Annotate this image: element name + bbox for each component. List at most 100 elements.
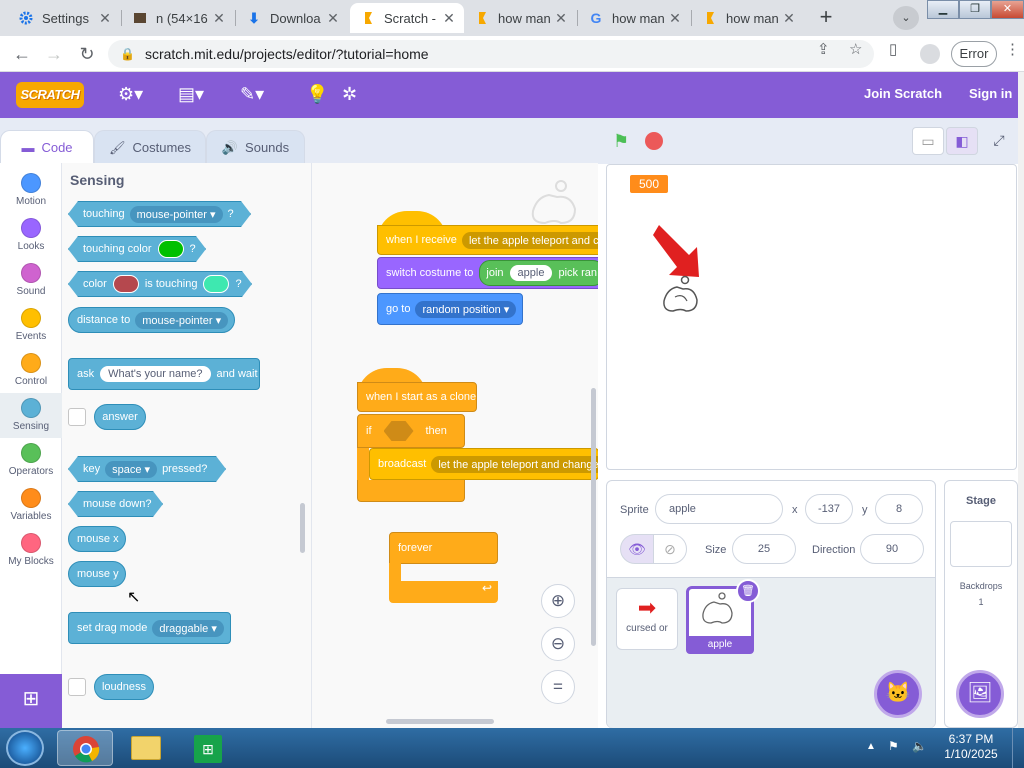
block-join[interactable]: join apple pick ran	[479, 260, 598, 286]
variable-monitor[interactable]: 500	[629, 174, 670, 194]
sign-in-link[interactable]: Sign in	[969, 86, 1012, 101]
volume-icon[interactable]: 🔈	[912, 739, 927, 753]
zoom-out-button[interactable]: ⊖	[541, 627, 575, 661]
answer-checkbox[interactable]	[68, 408, 86, 426]
ask-text-field[interactable]: What's your name?	[100, 366, 211, 382]
block-broadcast[interactable]: broadcast let the apple teleport and cha…	[369, 448, 598, 480]
apple-sprite[interactable]	[661, 275, 705, 315]
large-stage-button[interactable]: ◧	[946, 127, 978, 155]
browser-tab-settings[interactable]: Settings ✕	[8, 3, 120, 33]
workspace-hscroll[interactable]	[386, 719, 494, 724]
minimize-button[interactable]: ▁	[927, 0, 959, 19]
color-swatch[interactable]	[113, 275, 139, 293]
address-bar[interactable]: 🔒 scratch.mit.edu/projects/editor/?tutor…	[108, 40, 874, 68]
block-when-i-start-as-clone[interactable]: when I start as a clone	[357, 382, 477, 412]
tab-costumes[interactable]: 🖌 Costumes	[94, 130, 206, 164]
windows-start-button[interactable]	[6, 730, 44, 766]
maximize-button[interactable]: ❐	[959, 0, 991, 19]
tab-close-icon[interactable]: ✕	[552, 10, 570, 27]
reload-icon[interactable]: ↻	[74, 42, 100, 66]
page-scrollbar[interactable]	[1018, 72, 1024, 728]
tab-search-button[interactable]: ⌄	[893, 6, 919, 30]
kebab-menu-icon[interactable]: ⋮	[1005, 40, 1020, 58]
side-panel-icon[interactable]: ▯	[889, 40, 897, 58]
receive-message-dropdown[interactable]: let the apple teleport and ch	[461, 231, 598, 249]
category-events[interactable]: Events	[0, 303, 62, 348]
error-button[interactable]: Error	[951, 41, 997, 67]
hide-sprite-icon[interactable]: ⊘	[653, 534, 687, 564]
go-to-dropdown[interactable]: random position	[415, 300, 517, 318]
close-window-button[interactable]: ✕	[991, 0, 1024, 19]
profile-avatar[interactable]	[920, 44, 940, 64]
debug-bug-icon[interactable]: ✲	[342, 84, 357, 105]
tab-sounds[interactable]: 🔊 Sounds	[206, 130, 305, 164]
block-touching-color[interactable]: touching color ?	[68, 236, 206, 262]
block-if-then[interactable]: if then	[357, 414, 465, 448]
sprite-thumb-cursed[interactable]: ➡ cursed or	[616, 588, 678, 650]
scratch-logo[interactable]: SCRATCH	[16, 82, 84, 108]
tab-close-icon[interactable]: ✕	[96, 10, 114, 27]
browser-tab-how-many-2[interactable]: how man ✕	[692, 3, 804, 33]
loudness-checkbox[interactable]	[68, 678, 86, 696]
color-swatch[interactable]	[203, 275, 229, 293]
delete-sprite-trash-icon[interactable]: 🗑	[736, 579, 760, 603]
direction-input[interactable]: 90	[860, 534, 924, 564]
green-flag-icon[interactable]: ⚑	[613, 131, 629, 152]
tab-close-icon[interactable]: ✕	[324, 10, 342, 27]
block-mouse-y[interactable]: mouse y	[68, 561, 126, 587]
network-icon[interactable]: ⚑	[888, 739, 899, 753]
palette-scrollbar[interactable]	[300, 503, 305, 553]
browser-tab-how-many-google[interactable]: G how man ✕	[578, 3, 690, 33]
browser-tab-scratch[interactable]: Scratch - ✕	[350, 3, 464, 33]
tab-close-icon[interactable]: ✕	[440, 10, 458, 27]
category-sensing[interactable]: Sensing	[0, 393, 62, 438]
block-touching[interactable]: touching mouse-pointer ?	[68, 201, 251, 227]
file-menu-icon[interactable]: ▤▾	[178, 84, 204, 105]
block-mouse-down[interactable]: mouse down?	[68, 491, 163, 517]
tutorials-lightbulb-icon[interactable]: 💡	[306, 84, 328, 105]
category-control[interactable]: Control	[0, 348, 62, 393]
settings-gear-icon[interactable]: ⚙▾	[118, 84, 143, 105]
block-distance-to[interactable]: distance to mouse-pointer	[68, 307, 235, 333]
broadcast-message-dropdown[interactable]: let the apple teleport and change	[431, 455, 598, 473]
tab-close-icon[interactable]: ✕	[210, 10, 228, 27]
share-icon[interactable]: ⇪	[817, 40, 830, 58]
show-desktop-button[interactable]	[1012, 728, 1024, 768]
tray-expand-icon[interactable]: ▲	[866, 741, 876, 752]
sprite-name-input[interactable]: apple	[655, 494, 783, 524]
block-switch-costume[interactable]: switch costume to join apple pick ran	[377, 257, 598, 289]
category-sound[interactable]: Sound	[0, 258, 62, 303]
category-my-blocks[interactable]: My Blocks	[0, 528, 62, 573]
empty-condition-slot[interactable]	[383, 421, 414, 441]
block-set-drag-mode[interactable]: set drag mode draggable	[68, 612, 231, 644]
block-key-pressed[interactable]: key space pressed?	[68, 456, 226, 482]
small-stage-button[interactable]: ▭	[912, 127, 944, 155]
add-extension-button[interactable]: ⊞	[0, 674, 62, 728]
category-motion[interactable]: Motion	[0, 168, 62, 213]
join-scratch-link[interactable]: Join Scratch	[864, 86, 942, 101]
choose-sprite-cat-button[interactable]: 🐱	[874, 670, 922, 718]
tab-close-icon[interactable]: ✕	[780, 10, 798, 27]
color-swatch[interactable]	[158, 240, 184, 258]
choose-backdrop-button[interactable]: 🖼	[956, 670, 1004, 718]
distance-dropdown[interactable]: mouse-pointer	[135, 311, 229, 329]
category-operators[interactable]: Operators	[0, 438, 62, 483]
y-input[interactable]: 8	[875, 494, 923, 524]
block-ask-and-wait[interactable]: ask What's your name? and wait	[68, 358, 260, 390]
edit-pencil-icon[interactable]: ✎▾	[240, 84, 264, 105]
backdrop-thumbnail[interactable]	[950, 521, 1012, 567]
join-arg-field[interactable]: apple	[509, 265, 553, 281]
block-answer[interactable]: answer	[94, 404, 146, 430]
block-go-to[interactable]: go to random position	[377, 293, 523, 325]
browser-tab-how-many-1[interactable]: how man ✕	[464, 3, 576, 33]
fullscreen-icon[interactable]: ⤢	[983, 127, 1015, 155]
category-looks[interactable]: Looks	[0, 213, 62, 258]
forward-arrow-icon[interactable]: →	[41, 42, 67, 66]
tab-code[interactable]: ▬ Code	[0, 130, 94, 164]
back-arrow-icon[interactable]: ←	[9, 42, 35, 66]
taskbar-chrome[interactable]	[57, 730, 113, 766]
x-input[interactable]: -137	[805, 494, 853, 524]
key-dropdown[interactable]: space	[105, 461, 157, 478]
taskbar-clock[interactable]: 6:37 PM 1/10/2025	[940, 732, 1002, 762]
taskbar-store[interactable]: ⊞	[180, 730, 236, 766]
